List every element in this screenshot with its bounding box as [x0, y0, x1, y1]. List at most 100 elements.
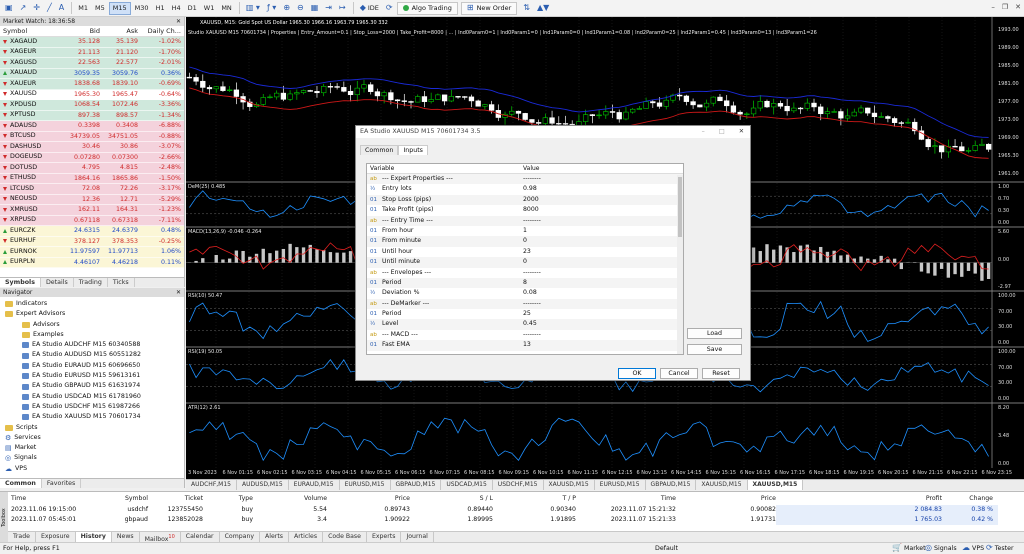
- input-row[interactable]: 01 Stop Loss (pips) 2000: [367, 194, 683, 206]
- reset-button[interactable]: Reset: [702, 368, 740, 379]
- timeframe-m5[interactable]: M5: [92, 2, 108, 15]
- col-variable[interactable]: Variable: [367, 164, 521, 173]
- history-column[interactable]: S / L: [410, 494, 493, 504]
- input-row[interactable]: ½ Level 0.45: [367, 319, 683, 330]
- col-bid[interactable]: Bid: [64, 26, 102, 36]
- table-row[interactable]: XAGEUR 21.113 21.120 -1.70%: [0, 47, 184, 58]
- input-value[interactable]: --------: [521, 330, 671, 340]
- profile-name[interactable]: Default: [655, 543, 678, 554]
- timeframe-mn[interactable]: MN: [218, 2, 234, 15]
- tab-inputs[interactable]: Inputs: [398, 145, 428, 155]
- tab-alerts[interactable]: Alerts: [260, 532, 289, 542]
- navigator-item[interactable]: Examples: [0, 330, 184, 340]
- input-row[interactable]: ab --- Envelopes --- --------: [367, 268, 683, 278]
- table-row[interactable]: XAGUSD 22.563 22.577 -2.01%: [0, 58, 184, 69]
- save-button[interactable]: Save: [687, 344, 742, 355]
- line-tool-icon[interactable]: ╱: [44, 2, 55, 15]
- history-column[interactable]: Ticket: [148, 494, 203, 504]
- table-row[interactable]: 2023.11.07 05:45:01 gbpaud 123852028 buy 3.4…: [8, 515, 1024, 525]
- timeframe-m30[interactable]: M30: [132, 2, 152, 15]
- table-row[interactable]: XAUAUD 3059.35 3059.76 0.36%: [0, 68, 184, 79]
- navigator-item[interactable]: Scripts: [0, 423, 184, 433]
- new-order-button[interactable]: ⊞ New Order: [460, 1, 518, 15]
- tab-mailbox[interactable]: Mailbox10: [140, 532, 181, 543]
- navigator-item[interactable]: EA Studio XAUUSD M15 70601734: [0, 412, 184, 422]
- chart-tab[interactable]: EURUSD,M15: [595, 480, 646, 490]
- tab-trading[interactable]: Trading: [74, 278, 108, 287]
- chart-tab[interactable]: GBPAUD,M15: [391, 480, 442, 490]
- table-row[interactable]: EURHUF 378.127 378.353 -0.25%: [0, 236, 184, 247]
- navigator-item[interactable]: EA Studio USDCAD M15 61781960: [0, 392, 184, 402]
- table-row[interactable]: DOGEUSD 0.07280 0.07300 -2.66%: [0, 152, 184, 163]
- minimize-icon[interactable]: –: [702, 126, 705, 138]
- input-row[interactable]: 01 Period 25: [367, 309, 683, 319]
- tile-windows-icon[interactable]: ▦: [308, 2, 322, 15]
- table-row[interactable]: ADAUSD 0.3398 0.3408 -6.88%: [0, 121, 184, 132]
- input-row[interactable]: ab --- MACD --- --------: [367, 330, 683, 340]
- navigator-item[interactable]: Indicators: [0, 299, 184, 309]
- input-value[interactable]: --------: [521, 216, 671, 226]
- table-row[interactable]: EURNOK 11.97597 11.97713 1.06%: [0, 247, 184, 258]
- input-value[interactable]: --------: [521, 268, 671, 278]
- table-row[interactable]: ETHUSD 1864.16 1865.86 -1.50%: [0, 173, 184, 184]
- ok-button[interactable]: OK: [618, 368, 656, 379]
- input-row[interactable]: 01 Until hour 23: [367, 247, 683, 257]
- table-row[interactable]: 2023.11.06 19:15:00 usdchf 123755450 buy 5.5…: [8, 505, 1024, 515]
- navigator-item[interactable]: ◎ Signals: [0, 453, 184, 463]
- tab-code-base[interactable]: Code Base: [323, 532, 367, 542]
- input-row[interactable]: 01 Period 8: [367, 277, 683, 289]
- tester-link[interactable]: ⟳ Tester: [986, 543, 1014, 554]
- load-button[interactable]: Load: [687, 328, 742, 339]
- input-value[interactable]: 0.08: [521, 288, 671, 298]
- strategy-tester-icon[interactable]: ⟳: [383, 2, 396, 15]
- navigator-item[interactable]: EA Studio USDCHF M15 61987266: [0, 402, 184, 412]
- zoom-in-icon[interactable]: ⊕: [280, 2, 293, 15]
- scrollbar-thumb[interactable]: [678, 177, 682, 237]
- arrow-icon[interactable]: ↗: [17, 2, 30, 15]
- input-row[interactable]: ½ Entry lots 0.98: [367, 184, 683, 194]
- table-row[interactable]: DASHUSD 30.46 30.86 -3.07%: [0, 142, 184, 153]
- input-row[interactable]: ab --- Expert Properties --- --------: [367, 174, 683, 185]
- chart-tab[interactable]: AUDCHF,M15: [186, 480, 237, 490]
- navigator-item[interactable]: Expert Advisors: [0, 309, 184, 319]
- chart-tab[interactable]: USDCHF,M15: [493, 480, 544, 490]
- history-column[interactable]: Time: [8, 494, 68, 504]
- input-value[interactable]: 1: [521, 226, 671, 236]
- vps-link[interactable]: ☁ VPS: [962, 543, 984, 554]
- input-value[interactable]: 13: [521, 340, 671, 350]
- input-row[interactable]: 01 Take Profit (pips) 8000: [367, 205, 683, 215]
- table-row[interactable]: EURCZK 24.6315 24.6379 0.48%: [0, 226, 184, 237]
- tab-favorites[interactable]: Favorites: [42, 479, 82, 488]
- chart-tab[interactable]: EURUSD,M15: [340, 480, 391, 490]
- buy-sell-icon[interactable]: ⇅: [520, 2, 533, 15]
- ide-button[interactable]: ◆ IDE: [357, 2, 382, 15]
- tab-common[interactable]: Common: [360, 145, 399, 155]
- col-daily-change[interactable]: Daily Ch...: [140, 26, 184, 36]
- navigator-item[interactable]: EA Studio AUDCHF M15 60340588: [0, 340, 184, 350]
- tab-journal[interactable]: Journal: [401, 532, 434, 542]
- table-row[interactable]: XAGAUD 35.128 35.139 -1.02%: [0, 37, 184, 48]
- tab-common[interactable]: Common: [0, 479, 42, 488]
- signals-link[interactable]: ◎ Signals: [925, 543, 957, 554]
- table-row[interactable]: XMRUSD 162.11 164.31 -1.23%: [0, 205, 184, 216]
- col-ask[interactable]: Ask: [102, 26, 140, 36]
- navigator-item[interactable]: ⚙ Services: [0, 433, 184, 443]
- input-row[interactable]: 01 Until minute 0: [367, 257, 683, 268]
- table-row[interactable]: XPTUSD 897.38 898.57 -1.34%: [0, 110, 184, 121]
- input-row[interactable]: 01 From minute 0: [367, 236, 683, 247]
- one-click-icon[interactable]: ▲▼: [534, 2, 552, 15]
- navigator-item[interactable]: ☁ VPS: [0, 464, 184, 474]
- chart-tab[interactable]: GBPAUD,M15: [646, 480, 697, 490]
- tab-ticks[interactable]: Ticks: [108, 278, 135, 287]
- inputs-scrollbar[interactable]: [677, 175, 683, 354]
- input-value[interactable]: 0.98: [521, 184, 671, 194]
- input-row[interactable]: ab --- DeMarker --- --------: [367, 298, 683, 310]
- navigator-item[interactable]: EA Studio GBPAUD M15 61631974: [0, 381, 184, 391]
- tab-articles[interactable]: Articles: [289, 532, 324, 542]
- tab-exposure[interactable]: Exposure: [36, 532, 76, 542]
- timeframe-m1[interactable]: M1: [75, 2, 91, 15]
- input-value[interactable]: 23: [521, 247, 671, 257]
- col-symbol[interactable]: Symbol: [0, 26, 64, 36]
- table-row[interactable]: NEOUSD 12.36 12.71 -5.29%: [0, 194, 184, 205]
- input-value[interactable]: 0.45: [521, 319, 671, 329]
